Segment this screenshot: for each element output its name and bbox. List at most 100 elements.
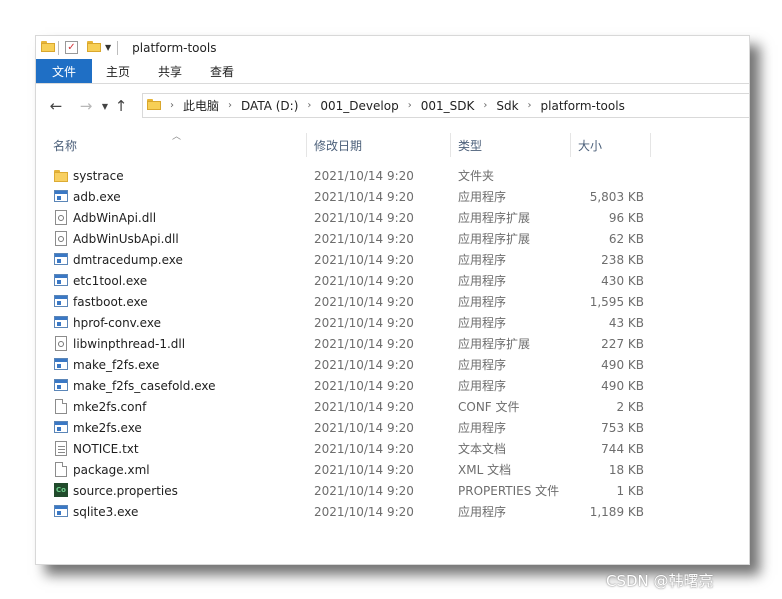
explorer-window: ✓ ▼ platform-tools 文件 主页 共享 查看 ← → ▼ ↑ ›… [35,35,750,565]
watermark: CSDN @韩曙亮 [606,572,714,590]
file-size: 490 KB [601,378,644,393]
new-folder-icon[interactable] [87,41,101,54]
file-type: 应用程序 [458,253,507,267]
column-divider[interactable] [570,133,571,157]
file-name: adb.exe [73,189,121,204]
file-row[interactable]: adb.exe 2021/10/14 9:20 应用程序 5,803 KB [36,186,749,207]
file-size: 490 KB [601,357,644,372]
file-name: libwinpthread-1.dll [73,336,186,351]
dll-file-icon [54,231,69,246]
address-bar[interactable]: › 此电脑 › DATA (D:) › 001_Develop › 001_SD… [142,93,749,118]
chevron-right-icon: › [170,100,174,111]
recent-dropdown-icon[interactable]: ▼ [98,94,112,118]
column-type[interactable]: 类型 [458,133,568,157]
dll-file-icon-glyph [55,336,67,351]
file-row[interactable]: make_f2fs.exe 2021/10/14 9:20 应用程序 490 KB [36,354,749,375]
file-name: package.xml [73,462,150,477]
column-name[interactable]: 名称 [53,133,303,157]
file-row[interactable]: libwinpthread-1.dll 2021/10/14 9:20 应用程序扩展… [36,333,749,354]
properties-file-icon: Co [54,483,69,498]
title-bar: ✓ ▼ platform-tools [36,36,749,59]
customize-dropdown-icon[interactable]: ▼ [105,43,111,52]
breadcrumb-data-drive[interactable]: DATA (D:) [241,99,298,113]
file-row[interactable]: AdbWinUsbApi.dll 2021/10/14 9:20 应用程序扩展 62 … [36,228,749,249]
file-row[interactable]: sqlite3.exe 2021/10/14 9:20 应用程序 1,189 KB [36,501,749,522]
file-date: 2021/10/14 9:20 [314,294,414,309]
file-size: 2 KB [616,399,644,414]
application-icon-glyph [54,316,68,328]
file-name: source.properties [73,483,178,498]
file-name: dmtracedump.exe [73,252,183,267]
file-type: 应用程序 [458,316,507,330]
file-row[interactable]: systrace 2021/10/14 9:20 文件夹 [36,165,749,186]
breadcrumb-sdk[interactable]: Sdk [496,99,518,113]
chevron-right-icon: › [407,100,412,111]
file-date: 2021/10/14 9:20 [314,462,414,477]
file-date: 2021/10/14 9:20 [314,252,414,267]
file-icon-glyph [55,462,67,477]
file-row[interactable]: fastboot.exe 2021/10/14 9:20 应用程序 1,595 KB [36,291,749,312]
application-icon [54,504,69,519]
file-size: 238 KB [601,252,644,267]
file-type: 应用程序扩展 [458,232,531,246]
application-icon-glyph [54,379,68,391]
file-icon [54,399,69,414]
folder-icon[interactable] [41,41,55,54]
window-title: platform-tools [132,40,217,55]
file-row[interactable]: hprof-conv.exe 2021/10/14 9:20 应用程序 43 KB [36,312,749,333]
tab-view[interactable]: 查看 [196,59,248,83]
text-file-icon [54,441,69,456]
file-row[interactable]: etc1tool.exe 2021/10/14 9:20 应用程序 430 KB [36,270,749,291]
breadcrumb-001-sdk[interactable]: 001_SDK [421,99,475,113]
file-type: 应用程序 [458,358,507,372]
properties-check-icon[interactable]: ✓ [65,41,78,54]
file-icon-glyph [55,399,67,414]
application-icon [54,315,69,330]
file-row[interactable]: AdbWinApi.dll 2021/10/14 9:20 应用程序扩展 96 KB [36,207,749,228]
file-date: 2021/10/14 9:20 [314,315,414,330]
file-list: systrace 2021/10/14 9:20 文件夹 adb.exe 2021/10… [36,165,749,522]
breadcrumb-001-develop[interactable]: 001_Develop [320,99,398,113]
file-name: make_f2fs.exe [73,357,160,372]
file-size [577,165,644,186]
tab-share[interactable]: 共享 [144,59,196,83]
file-name: fastboot.exe [73,294,148,309]
application-icon [54,420,69,435]
file-row[interactable]: make_f2fs_casefold.exe 2021/10/14 9:20 应用程… [36,375,749,396]
up-arrow-icon[interactable]: ↑ [112,94,130,118]
file-type: PROPERTIES 文件 [458,484,560,498]
file-name: AdbWinUsbApi.dll [73,231,179,246]
breadcrumb-platform-tools[interactable]: platform-tools [541,99,625,113]
file-row[interactable]: NOTICE.txt 2021/10/14 9:20 文本文档 744 KB [36,438,749,459]
file-row[interactable]: mke2fs.exe 2021/10/14 9:20 应用程序 753 KB [36,417,749,438]
text-file-icon-glyph [55,441,67,456]
tab-home[interactable]: 主页 [92,59,144,83]
file-date: 2021/10/14 9:20 [314,357,414,372]
file-size: 96 KB [608,210,644,225]
chevron-right-icon: › [483,100,488,111]
file-size: 744 KB [601,441,644,456]
column-divider[interactable] [650,133,651,157]
dll-file-icon-glyph [55,231,67,246]
dll-file-icon [54,210,69,225]
file-row[interactable]: Co source.properties 2021/10/14 9:20 PROPER… [36,480,749,501]
ribbon-tabs: 文件 主页 共享 查看 [36,59,749,84]
column-size[interactable]: 大小 [578,133,648,157]
file-row[interactable]: package.xml 2021/10/14 9:20 XML 文档 18 KB [36,459,749,480]
file-row[interactable]: dmtracedump.exe 2021/10/14 9:20 应用程序 238 KB [36,249,749,270]
file-size: 5,803 KB [589,189,644,204]
dll-file-icon [54,336,69,351]
file-type: 应用程序 [458,421,507,435]
file-type: 应用程序扩展 [458,337,531,351]
forward-arrow-icon[interactable]: → [74,94,98,118]
breadcrumb-this-pc[interactable]: 此电脑 [183,97,219,114]
column-divider[interactable] [306,133,307,157]
column-date[interactable]: 修改日期 [314,133,449,157]
file-name: mke2fs.conf [73,399,147,414]
tab-file[interactable]: 文件 [36,59,92,83]
file-type: 文件夹 [458,169,495,183]
back-arrow-icon[interactable]: ← [44,94,68,118]
column-divider[interactable] [450,133,451,157]
file-row[interactable]: mke2fs.conf 2021/10/14 9:20 CONF 文件 2 KB [36,396,749,417]
application-icon-glyph [54,358,68,370]
